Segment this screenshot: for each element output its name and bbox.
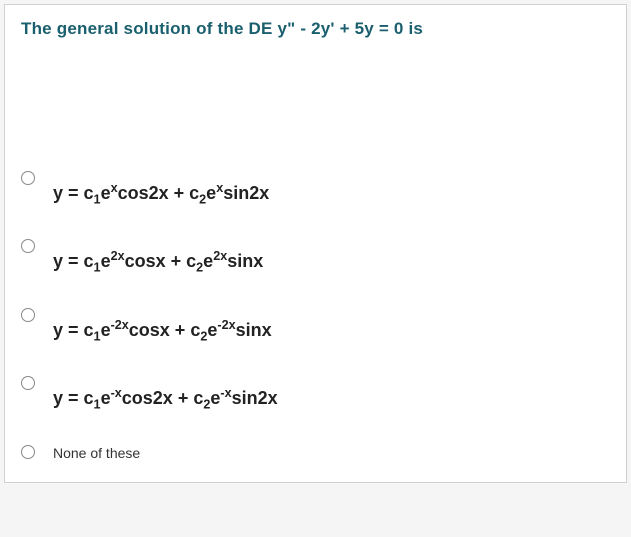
option-row[interactable]: y = c1e-xcos2x + c2e-xsin2x xyxy=(21,374,610,414)
option-row[interactable]: None of these xyxy=(21,443,610,464)
option-radio-3[interactable] xyxy=(21,308,35,322)
option-radio-1[interactable] xyxy=(21,171,35,185)
option-label: y = c1e-xcos2x + c2e-xsin2x xyxy=(53,374,278,414)
option-radio-4[interactable] xyxy=(21,376,35,390)
question-text: The general solution of the DE y" - 2y' … xyxy=(21,19,610,39)
option-label: y = c1e-2xcosx + c2e-2xsinx xyxy=(53,306,272,346)
option-radio-5[interactable] xyxy=(21,445,35,459)
option-label: y = c1excos2x + c2exsin2x xyxy=(53,169,269,209)
option-row[interactable]: y = c1e2xcosx + c2e2xsinx xyxy=(21,237,610,277)
option-label: y = c1e2xcosx + c2e2xsinx xyxy=(53,237,263,277)
options-list: y = c1excos2x + c2exsin2x y = c1e2xcosx … xyxy=(21,169,610,464)
question-card: The general solution of the DE y" - 2y' … xyxy=(4,4,627,483)
option-label: None of these xyxy=(53,443,140,464)
option-radio-2[interactable] xyxy=(21,239,35,253)
option-row[interactable]: y = c1e-2xcosx + c2e-2xsinx xyxy=(21,306,610,346)
option-row[interactable]: y = c1excos2x + c2exsin2x xyxy=(21,169,610,209)
